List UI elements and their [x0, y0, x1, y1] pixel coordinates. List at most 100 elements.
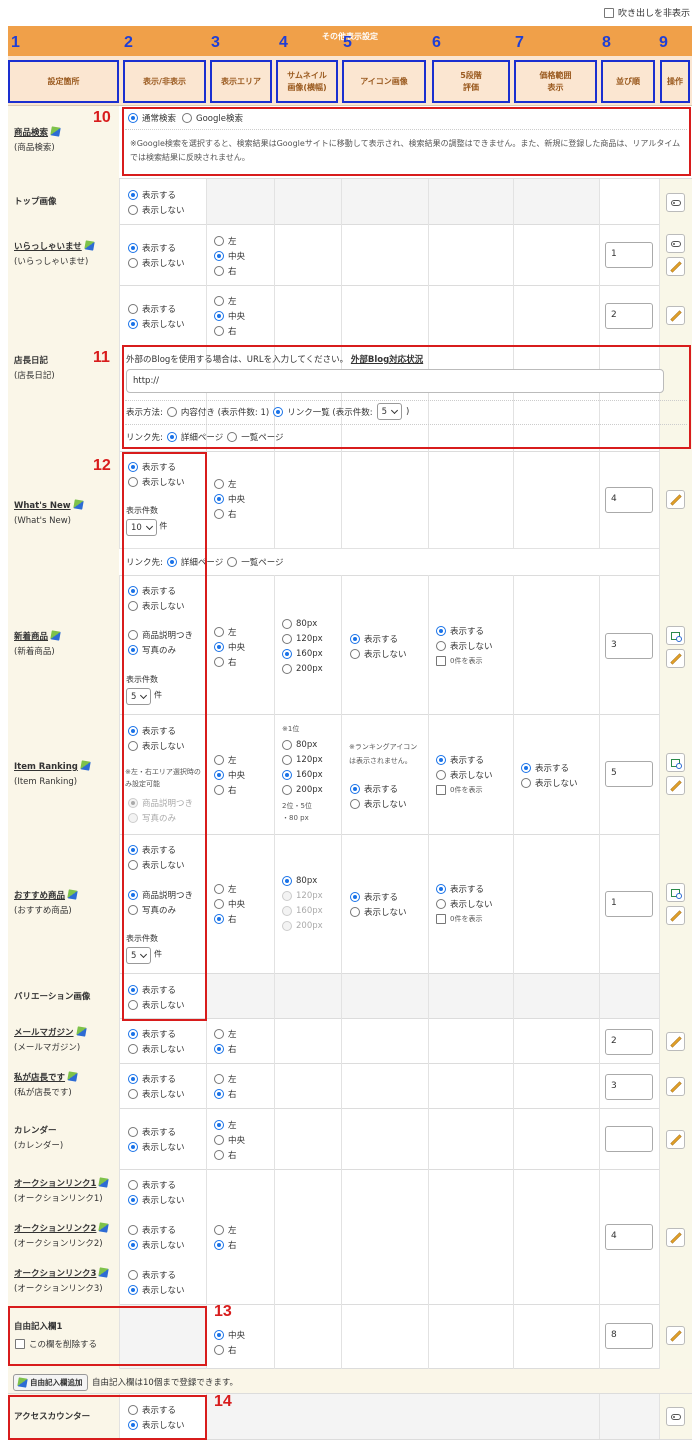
show-option[interactable]: 表示する: [128, 1026, 185, 1041]
hide-option[interactable]: 表示しない: [350, 904, 407, 919]
auction1-link[interactable]: オークションリンク1: [14, 1179, 96, 1189]
show-option[interactable]: 表示する: [128, 1124, 185, 1139]
edit-button[interactable]: [666, 1130, 685, 1149]
area-right[interactable]: 右: [214, 1147, 245, 1162]
edit-button[interactable]: [666, 1326, 685, 1345]
edit-button[interactable]: [666, 906, 685, 925]
hide-option[interactable]: 表示しない: [350, 646, 407, 661]
edit-pen-icon[interactable]: [50, 630, 61, 641]
area-right[interactable]: 右: [214, 911, 245, 926]
area-right[interactable]: 右: [214, 1086, 237, 1101]
area-left[interactable]: 左: [214, 1117, 245, 1132]
thumb-80[interactable]: 80px: [282, 616, 323, 631]
hide-option[interactable]: 表示しない: [128, 316, 185, 331]
edit-pen-icon[interactable]: [50, 126, 61, 137]
toggle-button[interactable]: [666, 1407, 685, 1426]
edit-pen-icon[interactable]: [98, 1177, 110, 1188]
thumb-80[interactable]: 80px: [282, 737, 323, 752]
area-center[interactable]: 中央: [214, 639, 245, 654]
thumb-120[interactable]: 120px: [282, 631, 323, 646]
edit-pen-icon[interactable]: [67, 889, 78, 900]
show-option[interactable]: 表示する: [128, 1177, 185, 1192]
edit-button[interactable]: [666, 490, 685, 509]
hide-option[interactable]: 表示しない: [128, 1237, 185, 1252]
show-option[interactable]: 表示する: [436, 752, 493, 767]
thumb-120[interactable]: 120px: [282, 752, 323, 767]
edit-button[interactable]: [666, 1032, 685, 1051]
edit-button[interactable]: [666, 1228, 685, 1247]
area-left[interactable]: 左: [214, 233, 245, 248]
edit-pen-icon[interactable]: [75, 1026, 87, 1037]
area-center[interactable]: 中央: [214, 491, 245, 506]
hide-bubbles-toggle[interactable]: 吹き出しを非表示: [603, 6, 690, 19]
preview-button[interactable]: [666, 883, 685, 902]
free1-order-input[interactable]: 8: [605, 1323, 653, 1349]
show-option[interactable]: 表示する: [128, 187, 185, 202]
show-option[interactable]: 表示する: [350, 781, 407, 796]
recommend-order-input[interactable]: 1: [605, 891, 653, 917]
recommend-link[interactable]: おすすめ商品: [14, 891, 65, 901]
thumb-200[interactable]: 200px: [282, 661, 323, 676]
show-option[interactable]: 表示する: [128, 1267, 185, 1282]
preview-button[interactable]: [666, 753, 685, 772]
hide-option[interactable]: 表示しない: [350, 796, 407, 811]
area-right[interactable]: 右: [214, 1342, 245, 1357]
whatsnew-link[interactable]: What's New: [14, 501, 71, 511]
show-option[interactable]: 表示する: [128, 301, 185, 316]
thumb-160[interactable]: 160px: [282, 646, 323, 661]
area-center[interactable]: 中央: [214, 896, 245, 911]
edit-pen-icon[interactable]: [67, 1071, 78, 1082]
area-right[interactable]: 右: [214, 263, 245, 278]
welcome-order-input[interactable]: 1: [605, 242, 653, 268]
owner-order-input[interactable]: 3: [605, 1074, 653, 1100]
auction2-link[interactable]: オークションリンク2: [14, 1224, 96, 1234]
show-option[interactable]: 表示する: [128, 240, 185, 255]
area-right[interactable]: 右: [214, 654, 245, 669]
link-list[interactable]: 一覧ページ: [227, 554, 284, 569]
new-items-order-input[interactable]: 3: [605, 633, 653, 659]
zero-show-checkbox[interactable]: 0件を表示: [436, 782, 493, 797]
area-left[interactable]: 左: [214, 476, 245, 491]
toggle-button[interactable]: [666, 234, 685, 253]
show-option[interactable]: 表示する: [350, 889, 407, 904]
new-items-link[interactable]: 新着商品: [14, 632, 48, 642]
auction3-link[interactable]: オークションリンク3: [14, 1269, 96, 1279]
edit-button[interactable]: [666, 776, 685, 795]
thumb-160[interactable]: 160px: [282, 767, 323, 782]
welcome-link[interactable]: いらっしゃいませ: [14, 242, 82, 252]
edit-button[interactable]: [666, 1077, 685, 1096]
hide-option[interactable]: 表示しない: [521, 775, 578, 790]
hide-option[interactable]: 表示しない: [436, 896, 493, 911]
hide-option[interactable]: 表示しない: [128, 202, 185, 217]
edit-button[interactable]: [666, 306, 685, 325]
hide-option[interactable]: 表示しない: [436, 638, 493, 653]
diary-order-input[interactable]: 2: [605, 303, 653, 329]
auctions-order-input[interactable]: 4: [605, 1224, 653, 1250]
area-left[interactable]: 左: [214, 1026, 237, 1041]
area-right[interactable]: 右: [214, 506, 245, 521]
ranking-order-input[interactable]: 5: [605, 761, 653, 787]
area-center[interactable]: 中央: [214, 1132, 245, 1147]
area-right[interactable]: 右: [214, 1237, 237, 1252]
show-option[interactable]: 表示する: [436, 881, 493, 896]
hide-option[interactable]: 表示しない: [128, 1086, 185, 1101]
show-option[interactable]: 表示する: [521, 760, 578, 775]
edit-pen-icon[interactable]: [80, 760, 91, 771]
area-center[interactable]: 中央: [214, 1327, 245, 1342]
hide-option[interactable]: 表示しない: [128, 1139, 185, 1154]
edit-pen-icon[interactable]: [98, 1267, 110, 1278]
area-center[interactable]: 中央: [214, 767, 245, 782]
edit-button[interactable]: [666, 257, 685, 276]
zero-show-checkbox[interactable]: 0件を表示: [436, 653, 493, 668]
edit-pen-icon[interactable]: [98, 1222, 110, 1233]
area-left[interactable]: 左: [214, 293, 245, 308]
ranking-link[interactable]: Item Ranking: [14, 762, 78, 772]
toggle-button[interactable]: [666, 193, 685, 212]
show-option[interactable]: 表示する: [436, 623, 493, 638]
show-option[interactable]: 表示する: [128, 1071, 185, 1086]
show-option[interactable]: 表示する: [128, 1222, 185, 1237]
edit-pen-icon[interactable]: [72, 499, 84, 510]
owner-link[interactable]: 私が店長です: [14, 1073, 65, 1083]
thumb-80[interactable]: 80px: [282, 873, 323, 888]
add-free-field-button[interactable]: 自由記入欄追加: [13, 1374, 88, 1391]
